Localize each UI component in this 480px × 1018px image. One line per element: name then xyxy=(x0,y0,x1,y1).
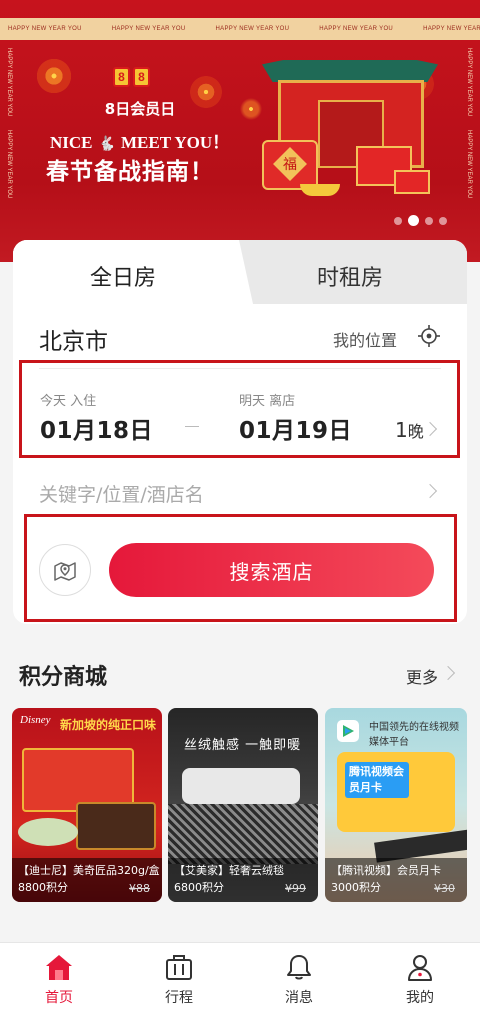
bottom-nav: 首页 行程 消息 我的 xyxy=(0,942,480,1018)
gold-ingot-illustration xyxy=(300,184,340,196)
ribbon-text: HAPPY NEW YEAR YOU xyxy=(215,26,290,32)
product-card[interactable]: Disney 新加坡的纯正口味 【迪士尼】美奇匠品320g/盒 8800积分 ¥… xyxy=(12,708,162,902)
ribbon-text: HAPPY NEW YEAR YOU xyxy=(423,26,480,32)
points-mall-title: 积分商城 xyxy=(19,665,108,690)
bell-icon xyxy=(287,955,311,980)
nice-meet-you: NICE 🐇 MEET YOU！ xyxy=(50,128,240,154)
nice-text: NICE xyxy=(50,133,93,152)
firework-decoration xyxy=(238,96,264,122)
carousel-indicator[interactable] xyxy=(394,215,447,226)
vip-card-image: 腾讯视频会员月卡 xyxy=(337,752,455,832)
more-link[interactable]: 更多 xyxy=(406,664,438,688)
suitcase-icon xyxy=(166,955,192,980)
side-ribbon-text: HAPPY NEW YEAR YOU xyxy=(466,130,472,199)
chocolate-box-image xyxy=(76,802,156,850)
product-headline: 丝绒触感 一触即暖 xyxy=(184,738,302,753)
nav-message-label: 消息 xyxy=(285,990,313,1006)
gate-roof-illustration xyxy=(262,60,438,82)
nav-trip-label: 行程 xyxy=(165,990,193,1006)
ribbon-text: HAPPY NEW YEAR YOU xyxy=(111,26,186,32)
product-slogan: 中国领先的在线视频媒体平台 xyxy=(369,722,459,748)
firework-decoration xyxy=(34,56,74,96)
user-icon xyxy=(408,955,432,981)
tencent-video-logo xyxy=(337,720,359,742)
product-points: 3000积分 xyxy=(331,881,381,894)
nav-mine-label: 我的 xyxy=(406,990,434,1006)
meet-you-text: MEET YOU！ xyxy=(121,133,230,152)
keyword-search-input[interactable]: 关键字/位置/酒店名 xyxy=(39,480,204,507)
map-search-button[interactable] xyxy=(39,544,91,596)
hotel-search-card: 全日房 时租房 北京市 我的位置 今天 入住 01月18日 明天 离店 01月1… xyxy=(13,240,467,624)
carousel-dot[interactable] xyxy=(394,216,402,225)
product-original-price: ¥99 xyxy=(285,882,306,895)
map-pin-icon xyxy=(54,562,76,581)
chevron-right-icon xyxy=(422,483,438,499)
fu-character: 福 xyxy=(283,157,297,173)
play-icon xyxy=(343,725,354,737)
product-headline: 新加坡的纯正口味 xyxy=(60,718,157,732)
member-day-title: 8日会员日 xyxy=(104,100,176,118)
nav-mine[interactable]: 我的 xyxy=(385,953,455,1013)
city-selector[interactable]: 北京市 xyxy=(39,322,108,356)
plate-image xyxy=(18,818,78,846)
product-name: 【艾美家】轻奢云绒毯 xyxy=(174,864,284,877)
promo-banner[interactable]: HAPPY NEW YEAR YOU HAPPY NEW YEAR YOU HA… xyxy=(0,0,480,262)
banner-ribbon: HAPPY NEW YEAR YOU HAPPY NEW YEAR YOU HA… xyxy=(0,18,480,40)
product-name: 【腾讯视频】会员月卡 xyxy=(331,864,441,877)
checkin-label: 今天 入住 xyxy=(40,394,97,409)
brand-logo: 8 8 xyxy=(113,67,151,89)
checkout-date[interactable]: 01月19日 xyxy=(239,411,352,445)
pillow-image xyxy=(182,768,300,804)
carousel-dot-active[interactable] xyxy=(408,215,419,226)
nav-home[interactable]: 首页 xyxy=(24,953,94,1013)
side-ribbon-text: HAPPY NEW YEAR YOU xyxy=(466,48,472,117)
gift-box-illustration xyxy=(394,170,430,194)
nights-number: 1 xyxy=(395,418,408,442)
carousel-dot[interactable] xyxy=(439,216,447,225)
locate-icon[interactable] xyxy=(417,324,441,348)
spring-festival-guide: 春节备战指南！ xyxy=(46,159,214,185)
fu-drum-illustration: 福 xyxy=(262,140,318,190)
search-hotel-button[interactable]: 搜索酒店 xyxy=(109,543,434,597)
side-ribbon-text: HAPPY NEW YEAR YOU xyxy=(6,130,12,199)
product-points: 6800积分 xyxy=(174,881,224,894)
product-name: 【迪士尼】美奇匠品320g/盒 xyxy=(18,864,160,877)
date-separator xyxy=(185,426,199,427)
room-type-tabs: 全日房 时租房 xyxy=(13,240,467,304)
blanket-image xyxy=(168,804,318,864)
product-card[interactable]: 丝绒触感 一触即暖 【艾美家】轻奢云绒毯 6800积分 ¥99 xyxy=(168,708,318,902)
checkin-date[interactable]: 01月18日 xyxy=(40,411,153,445)
nights-count: 1晚 xyxy=(395,418,424,442)
side-ribbon-text: HAPPY NEW YEAR YOU xyxy=(6,48,12,117)
product-points: 8800积分 xyxy=(18,881,68,894)
my-location-link[interactable]: 我的位置 xyxy=(333,327,397,351)
nav-trip[interactable]: 行程 xyxy=(144,953,214,1013)
carousel-dot[interactable] xyxy=(425,216,433,225)
product-original-price: ¥88 xyxy=(129,882,150,895)
nights-unit: 晚 xyxy=(407,422,424,441)
logo-mark: 8 xyxy=(133,67,150,87)
product-original-price: ¥30 xyxy=(434,882,455,895)
product-card[interactable]: 中国领先的在线视频媒体平台 腾讯视频会员月卡 【腾讯视频】会员月卡 3000积分… xyxy=(325,708,467,902)
nav-home-label: 首页 xyxy=(45,990,73,1006)
disney-logo: Disney xyxy=(20,714,51,726)
checkout-label: 明天 离店 xyxy=(239,394,296,409)
home-icon xyxy=(46,955,72,980)
ribbon-text: HAPPY NEW YEAR YOU xyxy=(8,26,82,32)
logo-mark: 8 xyxy=(113,67,130,87)
firework-decoration xyxy=(188,74,224,110)
ribbon-text: HAPPY NEW YEAR YOU xyxy=(319,26,394,32)
tab-full-day[interactable]: 全日房 xyxy=(90,260,156,292)
nav-message[interactable]: 消息 xyxy=(264,953,334,1013)
tab-hourly[interactable]: 时租房 xyxy=(317,260,383,292)
chevron-right-icon[interactable] xyxy=(440,665,456,681)
vip-card-text: 腾讯视频会员月卡 xyxy=(345,762,409,798)
